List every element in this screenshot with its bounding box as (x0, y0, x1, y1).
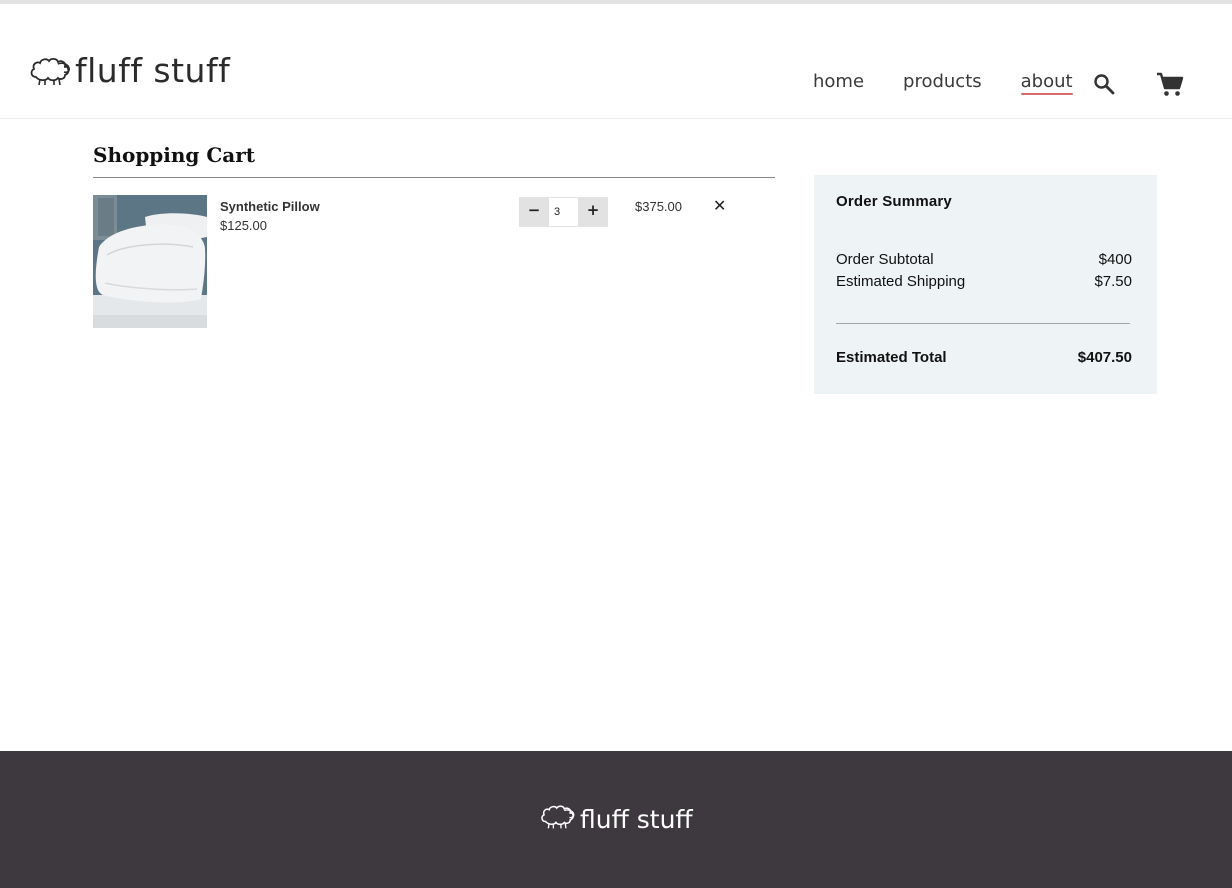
line-total: $375.00 (635, 199, 682, 214)
search-icon[interactable] (1092, 72, 1116, 101)
nav-link-about[interactable]: about (1020, 68, 1073, 96)
nav-link-home[interactable]: home (813, 68, 864, 96)
subtotal-value: $400 (1098, 251, 1132, 268)
unit-price: $125.00 (220, 218, 267, 233)
quantity-input[interactable] (549, 197, 578, 227)
subtotal-label: Order Subtotal (836, 251, 934, 268)
decrease-quantity-button[interactable]: − (519, 197, 549, 227)
footer-brand-name: fluff stuff (580, 804, 693, 834)
remove-item-icon[interactable]: ✕ (713, 196, 726, 215)
nav-link-products[interactable]: products (903, 68, 982, 96)
order-summary-panel: Order Summary Order Subtotal $400 Estima… (814, 175, 1157, 394)
footer-logo[interactable]: fluff stuff (539, 803, 693, 835)
main-nav: home products about (813, 68, 1073, 96)
shipping-row: Estimated Shipping $7.50 (836, 273, 1132, 290)
total-row: Estimated Total $407.50 (836, 349, 1132, 366)
increase-quantity-button[interactable]: + (578, 197, 608, 227)
brand-logo[interactable]: fluff stuff (28, 54, 230, 87)
order-summary-title: Order Summary (836, 193, 952, 210)
divider (93, 177, 775, 178)
page-title: Shopping Cart (93, 143, 256, 167)
product-image[interactable] (93, 195, 207, 328)
cart-icon[interactable] (1156, 72, 1184, 103)
subtotal-row: Order Subtotal $400 (836, 251, 1132, 268)
site-footer: fluff stuff (0, 751, 1232, 888)
total-value: $407.50 (1077, 349, 1132, 366)
summary-divider (836, 323, 1130, 324)
shipping-label: Estimated Shipping (836, 273, 966, 290)
brand-name: fluff stuff (75, 51, 231, 90)
shipping-value: $7.50 (1094, 273, 1132, 290)
sheep-icon (28, 55, 73, 87)
product-name[interactable]: Synthetic Pillow (220, 199, 320, 214)
sheep-icon (539, 803, 577, 835)
site-header: fluff stuff home products about (0, 4, 1232, 119)
quantity-stepper: − + (519, 197, 608, 227)
total-label: Estimated Total (836, 349, 947, 366)
